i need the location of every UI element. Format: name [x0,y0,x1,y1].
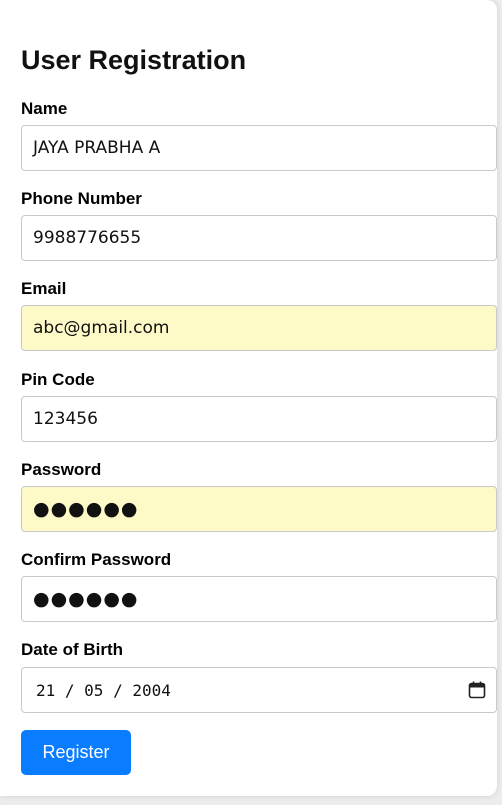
password-label: Password [21,460,102,479]
page-title: User Registration [21,45,247,75]
name-label: Name [21,99,68,118]
date-of-birth-label: Date of Birth [21,640,123,659]
date-separator: / [103,680,133,700]
confirm-password-label: Confirm Password [21,550,172,569]
email-field[interactable]: abc@gmail.com [21,305,497,351]
register-button[interactable]: Register [21,730,131,775]
date-value: 21 / 05 / 2004 [36,681,171,700]
registration-card: User Registration Name JAYA PRABHA A Pho… [0,0,497,796]
password-field[interactable]: ●●●●●● [21,486,497,532]
date-day[interactable]: 21 [36,681,55,700]
phone-label: Phone Number [21,189,142,208]
date-year[interactable]: 2004 [132,681,171,700]
email-label: Email [21,279,67,298]
date-month[interactable]: 05 [84,681,103,700]
date-separator: / [55,680,85,700]
calendar-icon[interactable] [467,680,487,700]
date-of-birth-field[interactable]: 21 / 05 / 2004 [21,667,497,713]
phone-field[interactable]: 9988776655 [21,215,497,261]
pin-code-field[interactable]: 123456 [21,396,497,442]
confirm-password-field[interactable]: ●●●●●● [21,576,497,622]
name-field[interactable]: JAYA PRABHA A [21,125,497,171]
pin-code-label: Pin Code [21,370,95,389]
